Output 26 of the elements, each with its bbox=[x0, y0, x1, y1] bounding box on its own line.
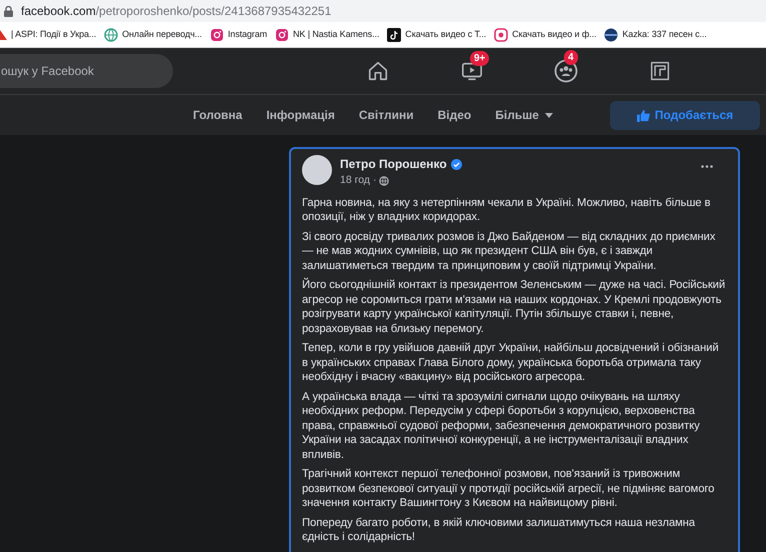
bookmark-item[interactable]: Скачать видео и ф... bbox=[494, 28, 596, 42]
post-paragraph: А українська влада — чіткі та зрозумілі сигнали щодо очікувань на шляху необхідних реформ. Передусім у сфері боротьби з корупцією, верховенства права, справжньої судової реформи, забезпечення демократичного розвитку України на засадах політичної конкуренції, а не інструменталізації владних впливів. bbox=[302, 390, 701, 462]
page-tab[interactable]: Світлини bbox=[358, 106, 414, 124]
address-url[interactable]: facebook.com/petroporoshenko/posts/2413687935432251 bbox=[21, 2, 332, 20]
post-paragraph: Попереду багато роботи, в якій ключовими залишатимуться наша незламна єдність і солідарність! bbox=[302, 516, 696, 545]
bookmark-item[interactable]: Instagram bbox=[210, 28, 268, 42]
bookmark-item[interactable]: | ASPI: Події в Укра... bbox=[0, 28, 96, 42]
bookmark-item[interactable]: Kazka: 337 песен с... bbox=[604, 28, 707, 42]
author-name[interactable]: Петро Порошенко bbox=[340, 155, 447, 173]
notification-badge: 4 bbox=[564, 50, 578, 65]
notification-badge: 9+ bbox=[470, 51, 490, 66]
page-tab[interactable]: Головна bbox=[193, 106, 242, 124]
post-paragraph: Трагічний контекст першої телефонної розмови, пов'язаний із тривожним розвитком безпекової ситуації у протидії російській агресії, не підміняє вагомого значення контакту Вашингтону з Києвом на найвищому рівні. bbox=[302, 467, 716, 511]
page-tab[interactable]: Більше bbox=[495, 106, 553, 124]
post-paragraph: Зі свого досвіду тривалих розмов із Джо Байденом — від складних до приємних — не мав жодних сумнівів, що як президент США він був, є і завжди залишатиметься твердим та принциповим у своїй підтримці України. bbox=[302, 230, 716, 274]
separator-dot: · bbox=[372, 173, 376, 188]
post-paragraph: Його сьогоднішній контакт із президентом Зеленським — дуже на часі. Російський агресор не соромиться грати м'язами на наших кордонах. У Кремлі продовжують розігрувати карту української капітуляції. Путін збільшує ставки і, певне, розраховував на близьку перемогу. bbox=[302, 278, 726, 336]
search-field[interactable]: ошук у Facebook bbox=[0, 54, 173, 88]
bookmark-item[interactable]: Скачать видео с Т... bbox=[387, 28, 486, 42]
page-tab[interactable]: Інформація bbox=[266, 106, 335, 124]
bookmark-item[interactable]: Онлайн переводч... bbox=[104, 28, 202, 42]
bookmark-item[interactable]: NK | Nastia Kamens... bbox=[275, 28, 380, 42]
post-paragraph: Гарна новина, на яку з нетерпінням чекали в Україні. Можливо, навіть більше в опозиції, ніж у владних коридорах. bbox=[302, 196, 712, 225]
post-time[interactable]: 18 год bbox=[340, 173, 370, 189]
post-paragraph: Тепер, коли в гру увійшов давній друг України, найбільш досвідчений і обізнаний в українських справах Глава Білого дому, українська боротьба отримала таку необхідну і вчасну «вакцину» від російського агресора. bbox=[302, 341, 720, 385]
page-tab[interactable]: Відео bbox=[438, 106, 472, 124]
